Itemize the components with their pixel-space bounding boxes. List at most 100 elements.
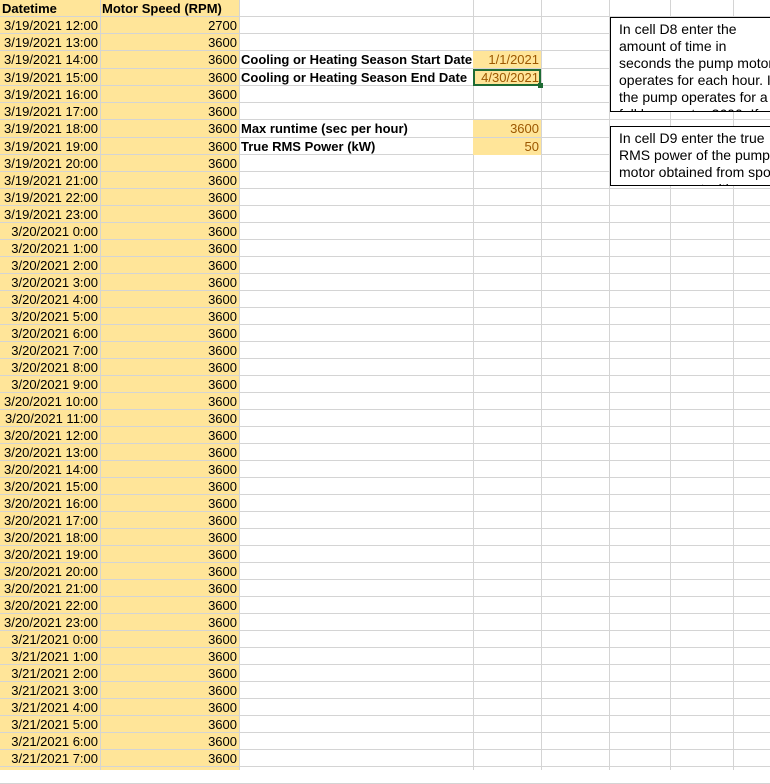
param-value-cell-selected[interactable]: 4/30/2021 bbox=[473, 69, 541, 86]
motor-speed-cell[interactable]: 3600 bbox=[100, 223, 239, 240]
datetime-cell[interactable]: 3/19/2021 21:00 bbox=[0, 172, 100, 189]
motor-speed-cell[interactable]: 3600 bbox=[100, 103, 239, 120]
datetime-cell[interactable]: 3/20/2021 3:00 bbox=[0, 274, 100, 291]
motor-speed-cell[interactable]: 3600 bbox=[100, 120, 239, 137]
motor-speed-cell[interactable]: 3600 bbox=[100, 546, 239, 563]
motor-speed-cell[interactable]: 3600 bbox=[100, 563, 239, 580]
motor-speed-cell[interactable]: 3600 bbox=[100, 716, 239, 733]
datetime-cell[interactable]: 3/20/2021 16:00 bbox=[0, 495, 100, 512]
motor-speed-cell[interactable]: 3600 bbox=[100, 274, 239, 291]
datetime-cell[interactable]: 3/21/2021 3:00 bbox=[0, 682, 100, 699]
param-label[interactable]: Cooling or Heating Season End Date bbox=[240, 69, 475, 86]
motor-speed-cell[interactable]: 3600 bbox=[100, 512, 239, 529]
motor-speed-cell[interactable]: 3600 bbox=[100, 172, 239, 189]
motor-speed-cell[interactable]: 3600 bbox=[100, 444, 239, 461]
datetime-cell[interactable]: 3/20/2021 15:00 bbox=[0, 478, 100, 495]
datetime-cell[interactable]: 3/19/2021 14:00 bbox=[0, 51, 100, 68]
datetime-cell[interactable]: 3/20/2021 9:00 bbox=[0, 376, 100, 393]
motor-speed-cell[interactable]: 3600 bbox=[100, 665, 239, 682]
motor-speed-cell[interactable]: 3600 bbox=[100, 69, 239, 86]
datetime-cell[interactable]: 3/20/2021 23:00 bbox=[0, 614, 100, 631]
datetime-cell[interactable]: 3/20/2021 6:00 bbox=[0, 325, 100, 342]
datetime-cell[interactable]: 3/21/2021 6:00 bbox=[0, 733, 100, 750]
spreadsheet-grid[interactable]: Datetime Motor Speed (RPM) 3/19/2021 12:… bbox=[0, 0, 770, 784]
motor-speed-cell[interactable]: 3600 bbox=[100, 86, 239, 103]
motor-speed-cell[interactable]: 2700 bbox=[100, 17, 239, 34]
datetime-cell[interactable]: 3/20/2021 20:00 bbox=[0, 563, 100, 580]
motor-speed-cell[interactable]: 3600 bbox=[100, 51, 239, 68]
motor-speed-cell[interactable]: 3600 bbox=[100, 699, 239, 716]
motor-speed-cell[interactable]: 3600 bbox=[100, 614, 239, 631]
datetime-cell[interactable]: 3/20/2021 13:00 bbox=[0, 444, 100, 461]
motor-speed-cell[interactable]: 3600 bbox=[100, 393, 239, 410]
datetime-cell[interactable]: 3/21/2021 7:00 bbox=[0, 750, 100, 767]
datetime-cell[interactable]: 3/19/2021 23:00 bbox=[0, 206, 100, 223]
motor-speed-cell[interactable]: 3600 bbox=[100, 308, 239, 325]
motor-speed-cell[interactable]: 3600 bbox=[100, 478, 239, 495]
datetime-cell[interactable]: 3/19/2021 18:00 bbox=[0, 120, 100, 137]
datetime-cell[interactable]: 3/21/2021 4:00 bbox=[0, 699, 100, 716]
datetime-cell[interactable]: 3/21/2021 0:00 bbox=[0, 631, 100, 648]
param-label[interactable]: True RMS Power (kW) bbox=[240, 138, 475, 155]
param-value-cell[interactable]: 50 bbox=[473, 138, 541, 155]
param-label[interactable]: Cooling or Heating Season Start Date bbox=[240, 51, 475, 68]
motor-speed-cell[interactable]: 3600 bbox=[100, 410, 239, 427]
motor-speed-cell[interactable]: 3600 bbox=[100, 291, 239, 308]
motor-speed-cell[interactable]: 3600 bbox=[100, 138, 239, 155]
datetime-cell[interactable]: 3/20/2021 1:00 bbox=[0, 240, 100, 257]
motor-speed-cell[interactable]: 3600 bbox=[100, 376, 239, 393]
motor-speed-cell[interactable]: 3600 bbox=[100, 682, 239, 699]
motor-speed-cell[interactable]: 3600 bbox=[100, 648, 239, 665]
header-datetime[interactable]: Datetime bbox=[0, 0, 100, 17]
motor-speed-cell[interactable]: 3600 bbox=[100, 631, 239, 648]
datetime-cell[interactable]: 3/20/2021 10:00 bbox=[0, 393, 100, 410]
datetime-cell[interactable]: 3/20/2021 7:00 bbox=[0, 342, 100, 359]
header-motor-speed[interactable]: Motor Speed (RPM) bbox=[100, 0, 239, 17]
fill-handle[interactable] bbox=[538, 83, 543, 88]
motor-speed-cell[interactable]: 3600 bbox=[100, 597, 239, 614]
motor-speed-cell[interactable]: 3600 bbox=[100, 529, 239, 546]
motor-speed-cell[interactable]: 3600 bbox=[100, 206, 239, 223]
datetime-cell[interactable]: 3/20/2021 22:00 bbox=[0, 597, 100, 614]
param-label[interactable]: Max runtime (sec per hour) bbox=[240, 120, 475, 137]
motor-speed-cell[interactable]: 3600 bbox=[100, 359, 239, 376]
motor-speed-cell[interactable]: 3600 bbox=[100, 750, 239, 767]
datetime-cell[interactable]: 3/21/2021 1:00 bbox=[0, 648, 100, 665]
datetime-cell[interactable]: 3/19/2021 12:00 bbox=[0, 17, 100, 34]
datetime-cell[interactable]: 3/20/2021 0:00 bbox=[0, 223, 100, 240]
datetime-cell[interactable]: 3/19/2021 20:00 bbox=[0, 155, 100, 172]
motor-speed-cell[interactable]: 3600 bbox=[100, 325, 239, 342]
motor-speed-cell[interactable]: 3600 bbox=[100, 240, 239, 257]
datetime-cell[interactable]: 3/20/2021 4:00 bbox=[0, 291, 100, 308]
datetime-cell[interactable]: 3/20/2021 14:00 bbox=[0, 461, 100, 478]
motor-speed-cell[interactable]: 3600 bbox=[100, 155, 239, 172]
datetime-cell[interactable]: 3/20/2021 19:00 bbox=[0, 546, 100, 563]
motor-speed-cell[interactable]: 3600 bbox=[100, 34, 239, 51]
datetime-cell[interactable]: 3/20/2021 8:00 bbox=[0, 359, 100, 376]
motor-speed-cell[interactable]: 3600 bbox=[100, 461, 239, 478]
datetime-cell[interactable]: 3/19/2021 15:00 bbox=[0, 69, 100, 86]
motor-speed-cell[interactable]: 3600 bbox=[100, 733, 239, 750]
motor-speed-cell[interactable]: 3600 bbox=[100, 342, 239, 359]
motor-speed-cell[interactable]: 3600 bbox=[100, 257, 239, 274]
datetime-cell[interactable]: 3/20/2021 11:00 bbox=[0, 410, 100, 427]
datetime-cell[interactable]: 3/20/2021 18:00 bbox=[0, 529, 100, 546]
datetime-cell[interactable]: 3/19/2021 17:00 bbox=[0, 103, 100, 120]
param-value-cell[interactable]: 1/1/2021 bbox=[473, 51, 541, 68]
note-runtime-instructions[interactable]: In cell D8 enter the amount of time in s… bbox=[610, 17, 770, 112]
datetime-cell[interactable]: 3/21/2021 5:00 bbox=[0, 716, 100, 733]
datetime-cell[interactable]: 3/20/2021 5:00 bbox=[0, 308, 100, 325]
datetime-cell[interactable]: 3/20/2021 2:00 bbox=[0, 257, 100, 274]
datetime-cell[interactable]: 3/19/2021 13:00 bbox=[0, 34, 100, 51]
datetime-cell[interactable]: 3/19/2021 22:00 bbox=[0, 189, 100, 206]
datetime-cell[interactable]: 3/20/2021 21:00 bbox=[0, 580, 100, 597]
motor-speed-cell[interactable]: 3600 bbox=[100, 495, 239, 512]
motor-speed-cell[interactable]: 3600 bbox=[100, 189, 239, 206]
datetime-cell[interactable]: 3/19/2021 16:00 bbox=[0, 86, 100, 103]
param-value-cell[interactable]: 3600 bbox=[473, 120, 541, 137]
motor-speed-cell[interactable]: 3600 bbox=[100, 580, 239, 597]
datetime-cell[interactable]: 3/20/2021 12:00 bbox=[0, 427, 100, 444]
motor-speed-cell[interactable]: 3600 bbox=[100, 427, 239, 444]
datetime-cell[interactable]: 3/20/2021 17:00 bbox=[0, 512, 100, 529]
datetime-cell[interactable]: 3/19/2021 19:00 bbox=[0, 138, 100, 155]
